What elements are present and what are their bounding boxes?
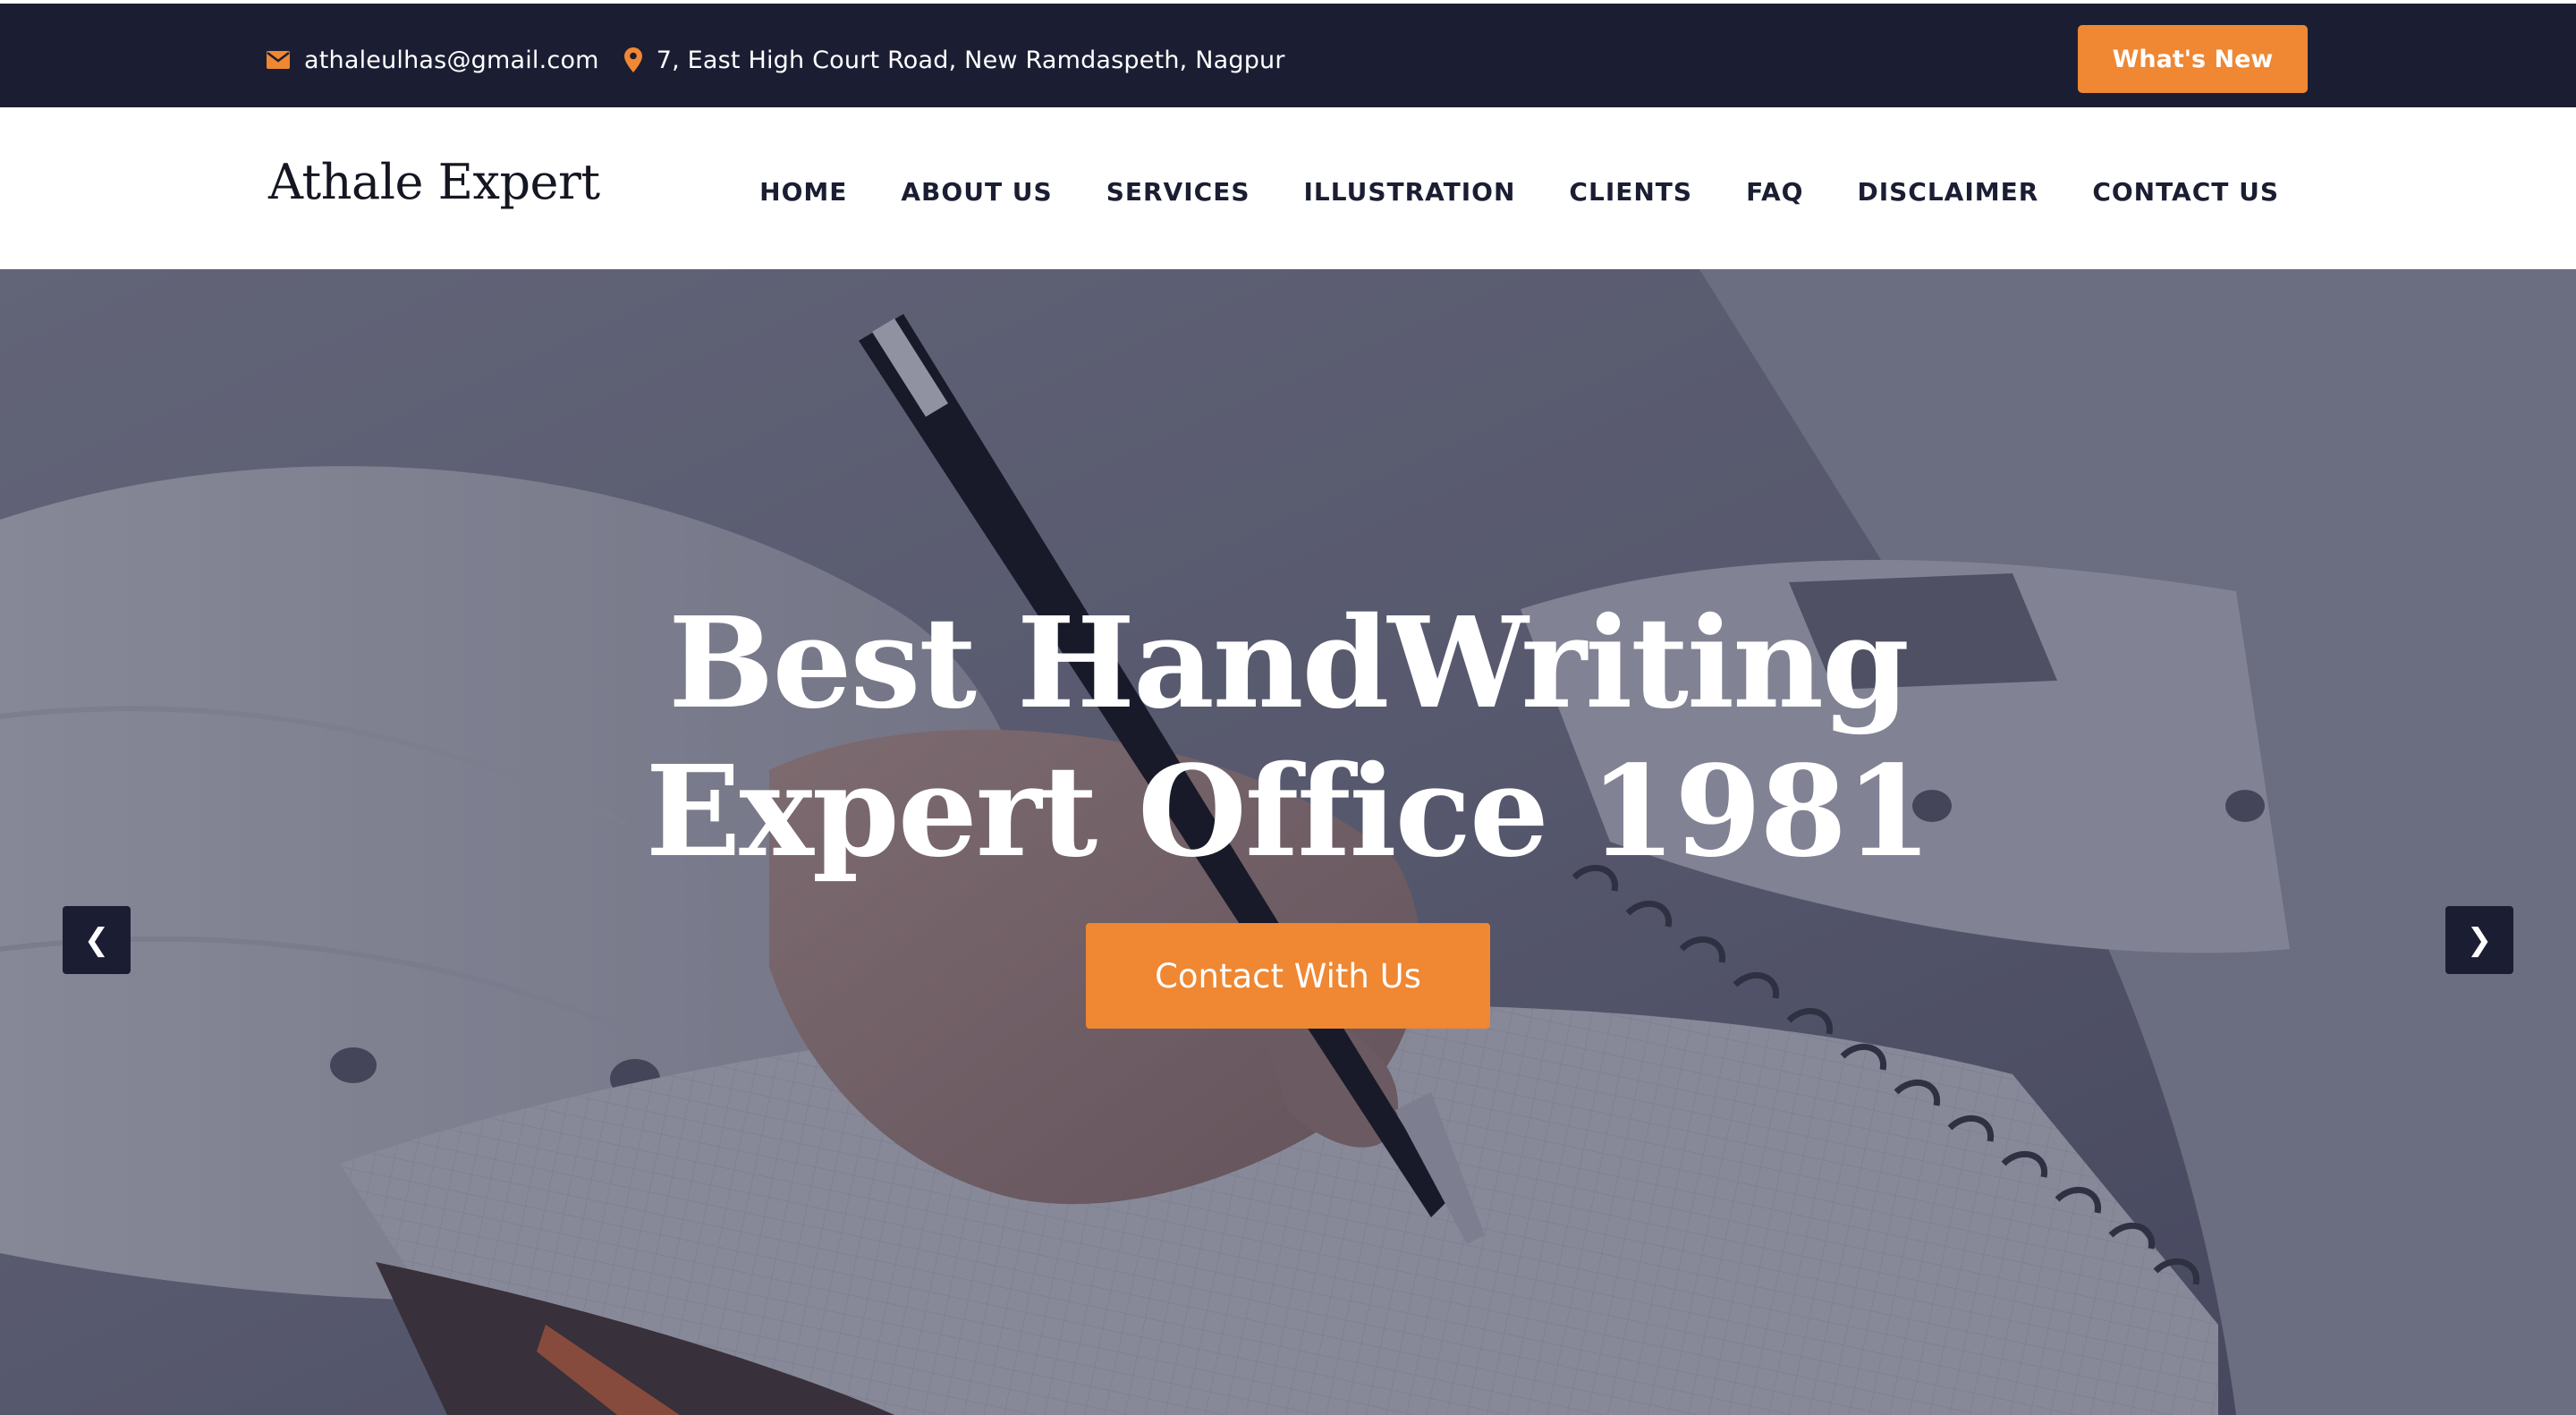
hero-title-line-1: Best HandWriting bbox=[668, 590, 1910, 737]
nav-about-us[interactable]: ABOUT US bbox=[901, 177, 1052, 207]
hero-title-line-2: Expert Office 1981 bbox=[645, 739, 1933, 885]
envelope-icon bbox=[267, 51, 290, 69]
address-text: 7, East High Court Road, New Ramdaspeth,… bbox=[656, 46, 1285, 74]
nav-services[interactable]: SERVICES bbox=[1106, 177, 1250, 207]
email-text[interactable]: athaleulhas@gmail.com bbox=[304, 47, 599, 74]
email-item[interactable]: athaleulhas@gmail.com bbox=[267, 47, 599, 74]
main-nav: HOME ABOUT US SERVICES ILLUSTRATION CLIE… bbox=[759, 170, 2279, 213]
nav-contact-us[interactable]: CONTACT US bbox=[2092, 177, 2279, 207]
contact-with-us-button[interactable]: Contact With Us bbox=[1086, 923, 1490, 1029]
hero-slider: Best HandWriting Expert Office 1981 Cont… bbox=[0, 269, 2576, 1415]
nav-illustration[interactable]: ILLUSTRATION bbox=[1304, 177, 1516, 207]
whats-new-button[interactable]: What's New bbox=[2078, 25, 2308, 93]
site-header: Athale Expert HOME ABOUT US SERVICES ILL… bbox=[0, 107, 2576, 269]
hero-title: Best HandWriting Expert Office 1981 bbox=[0, 589, 2576, 886]
address-item: 7, East High Court Road, New Ramdaspeth,… bbox=[623, 46, 1285, 74]
nav-home[interactable]: HOME bbox=[759, 177, 847, 207]
top-info-bar: athaleulhas@gmail.com 7, East High Court… bbox=[0, 0, 2576, 107]
slider-next-arrow[interactable]: ❯ bbox=[2445, 906, 2513, 974]
nav-disclaimer[interactable]: DISCLAIMER bbox=[1857, 177, 2038, 207]
nav-clients[interactable]: CLIENTS bbox=[1569, 177, 1692, 207]
site-logo[interactable]: Athale Expert bbox=[268, 154, 600, 210]
map-marker-icon bbox=[623, 47, 642, 72]
contact-info: athaleulhas@gmail.com 7, East High Court… bbox=[267, 41, 1285, 79]
slider-prev-arrow[interactable]: ❮ bbox=[63, 906, 131, 974]
nav-faq[interactable]: FAQ bbox=[1746, 177, 1803, 207]
